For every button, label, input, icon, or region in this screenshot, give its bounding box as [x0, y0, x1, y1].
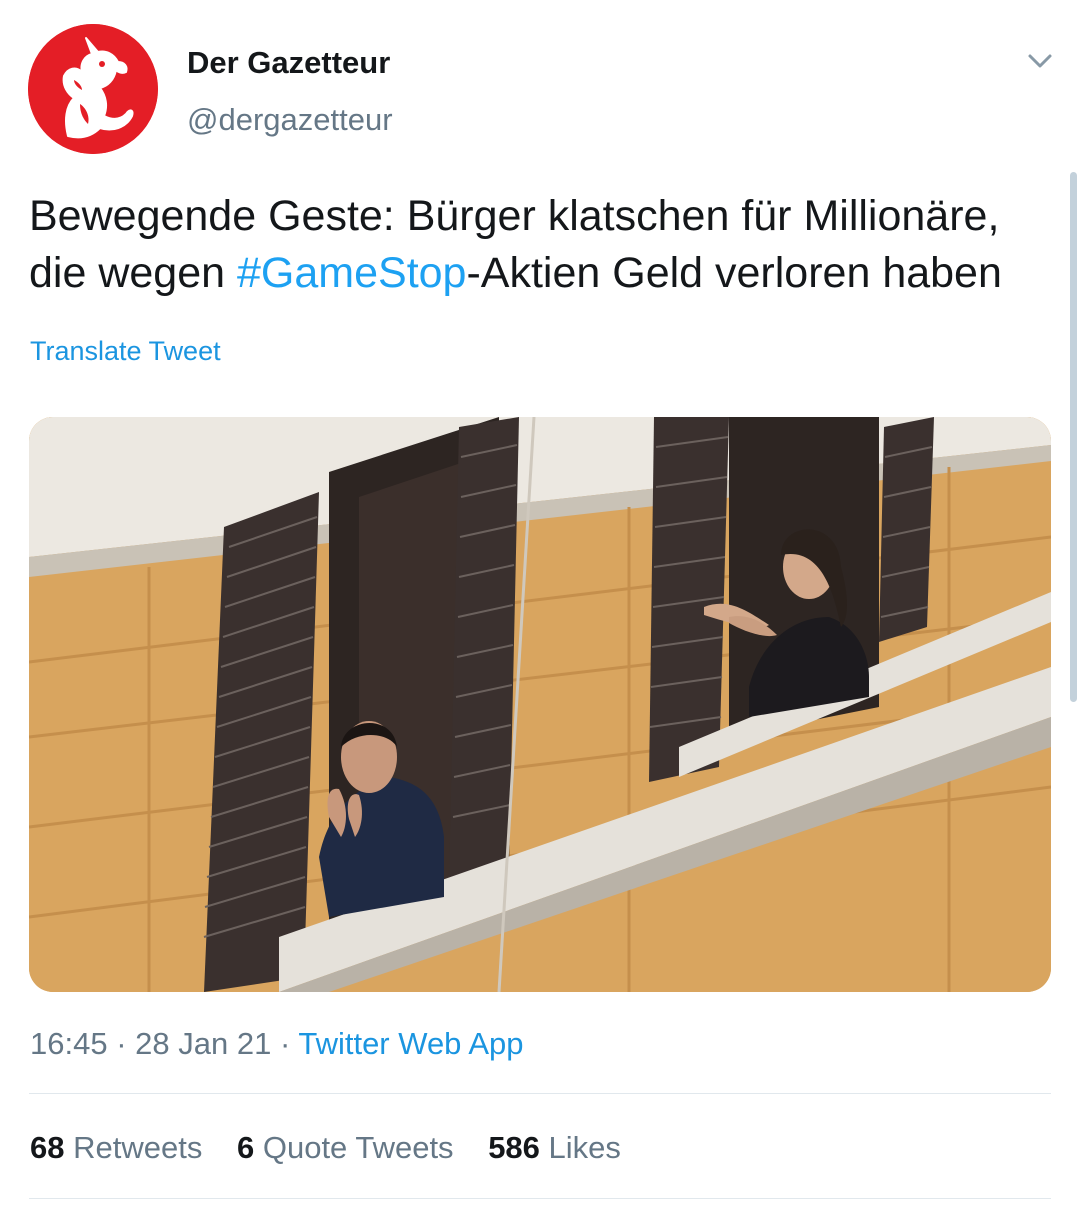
divider: [29, 1198, 1051, 1199]
divider: [29, 1093, 1051, 1094]
meta-separator: ·: [116, 1026, 127, 1061]
chevron-down-icon[interactable]: [1020, 46, 1060, 76]
likes-label: Likes: [548, 1130, 621, 1165]
retweets-label: Retweets: [73, 1130, 203, 1165]
tweet-time[interactable]: 16:45: [30, 1026, 108, 1061]
quote-tweets-label: Quote Tweets: [262, 1130, 454, 1165]
hashtag-link[interactable]: #GameStop: [237, 249, 466, 297]
meta-separator: ·: [279, 1026, 291, 1061]
likes-count: 586: [488, 1130, 540, 1165]
tweet-photo[interactable]: [29, 417, 1051, 992]
author-handle[interactable]: @dergazetteur: [187, 101, 393, 139]
tweet-text-prefix: die wegen: [29, 249, 237, 297]
avatar[interactable]: [28, 24, 158, 154]
quote-tweets-count: 6: [236, 1130, 255, 1165]
tweet-text-line-1: Bewegende Geste: Bürger klatschen für Mi…: [29, 192, 1000, 240]
tweet-text: Bewegende Geste: Bürger klatschen für Mi…: [29, 188, 1069, 302]
tweet-stats: 68 Retweets 6 Quote Tweets 586 Likes: [30, 1129, 647, 1167]
retweets-stat[interactable]: 68 Retweets: [30, 1130, 202, 1165]
retweets-count: 68: [30, 1130, 65, 1165]
translate-tweet-link[interactable]: Translate Tweet: [30, 334, 221, 368]
tweet-source-link[interactable]: Twitter Web App: [298, 1026, 523, 1061]
author-display-name[interactable]: Der Gazetteur: [187, 44, 390, 82]
tweet-text-suffix: -Aktien Geld verloren haben: [466, 249, 1002, 297]
likes-stat[interactable]: 586 Likes: [488, 1130, 621, 1165]
tweet-meta: 16:45 · 28 Jan 21 · Twitter Web App: [30, 1025, 524, 1063]
tweet-date[interactable]: 28 Jan 21: [135, 1026, 271, 1061]
unicorn-logo-icon: [28, 24, 158, 154]
tweet-text-line-2: die wegen #GameStop-Aktien Geld verloren…: [29, 245, 1069, 302]
scrollbar[interactable]: [1070, 172, 1077, 702]
quote-tweets-stat[interactable]: 6 Quote Tweets: [237, 1130, 454, 1165]
